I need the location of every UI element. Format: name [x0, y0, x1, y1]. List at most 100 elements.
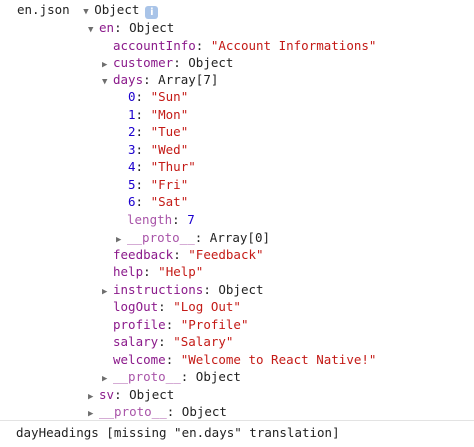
- tree-row-profile: profile: "Profile": [113, 316, 248, 333]
- array-length-row: length: 7: [127, 211, 195, 228]
- tree-row-salary: salary: "Salary": [113, 333, 233, 350]
- colon: :: [114, 387, 122, 402]
- array-index: 2: [128, 124, 136, 139]
- property-value: "Profile": [180, 317, 249, 332]
- property-key: en: [99, 20, 115, 35]
- array-value: "Mon": [150, 107, 189, 122]
- array-value: "Wed": [150, 142, 189, 157]
- tree-row-sv[interactable]: ▶ sv: Object: [88, 386, 174, 403]
- property-type: Array[7]: [158, 72, 219, 87]
- property-type: Object: [188, 55, 234, 70]
- property-type: Object: [129, 20, 175, 35]
- proto-key: __proto__: [113, 369, 181, 384]
- tree-row-days[interactable]: ▼ days: Array[7]: [102, 71, 218, 88]
- array-index: 3: [128, 142, 136, 157]
- property-key: instructions: [113, 282, 204, 297]
- property-type: Object: [218, 282, 264, 297]
- colon: :: [158, 299, 166, 314]
- array-item: 6: "Sat": [128, 193, 188, 210]
- colon: :: [135, 194, 144, 209]
- array-item: 1: "Mon": [128, 106, 188, 123]
- property-value: "Account Informations": [210, 38, 377, 53]
- colon: :: [194, 230, 203, 245]
- tree-row-root-proto[interactable]: ▶ __proto__: Object: [88, 403, 227, 420]
- array-value: "Thur": [150, 159, 196, 174]
- array-item: 4: "Thur": [128, 158, 196, 175]
- file-label: en.json: [17, 2, 70, 17]
- console-output: en.json ▼ Object i ▼ en: Object accountInfo…: [0, 0, 474, 447]
- tree-row-help: help: "Help": [113, 263, 203, 280]
- property-key: profile: [113, 317, 166, 332]
- colon: :: [195, 38, 204, 53]
- tree-row-accountInfo: accountInfo: "Account Informations": [113, 37, 376, 54]
- property-value: "Welcome to React Native!": [180, 352, 377, 367]
- array-index: 1: [128, 107, 136, 122]
- tree-row-en-proto[interactable]: ▶ __proto__: Object: [102, 368, 241, 385]
- property-value: "Salary": [173, 334, 234, 349]
- property-type: Object: [181, 404, 227, 419]
- tree-row-en[interactable]: ▼ en: Object: [88, 19, 174, 36]
- property-value: "Help": [158, 264, 204, 279]
- proto-key: __proto__: [99, 404, 167, 419]
- array-item: 5: "Fri": [128, 176, 188, 193]
- colon: :: [173, 55, 181, 70]
- property-key: sv: [99, 387, 115, 402]
- array-item: 0: "Sun": [128, 88, 188, 105]
- property-key: days: [113, 72, 144, 87]
- tree-row-instructions[interactable]: ▶ instructions: Object: [102, 281, 264, 298]
- property-key: logOut: [113, 299, 159, 314]
- property-key: feedback: [113, 247, 174, 262]
- colon: :: [203, 282, 211, 297]
- length-key: length: [127, 212, 173, 227]
- colon: :: [135, 177, 144, 192]
- colon: :: [143, 264, 151, 279]
- length-value: 7: [187, 212, 195, 227]
- colon: :: [114, 20, 122, 35]
- property-type: Array[0]: [209, 230, 271, 245]
- expand-triangle-icon[interactable]: ▼: [88, 22, 99, 39]
- array-value: "Sun": [150, 89, 189, 104]
- collapse-triangle-icon[interactable]: ▶: [102, 284, 113, 301]
- root-type: Object: [94, 2, 140, 17]
- colon: :: [172, 212, 180, 227]
- colon: :: [135, 142, 144, 157]
- tree-row-days-proto[interactable]: ▶ __proto__: Array[0]: [116, 229, 270, 246]
- log-divider: [0, 420, 474, 421]
- info-icon[interactable]: i: [145, 6, 159, 19]
- tree-row-feedback: feedback: "Feedback": [113, 246, 264, 263]
- property-key: accountInfo: [113, 38, 196, 53]
- warning-message: dayHeadings [missing "en.days" translati…: [16, 424, 340, 441]
- property-type: Object: [129, 387, 175, 402]
- array-index: 4: [128, 159, 136, 174]
- colon: :: [135, 89, 144, 104]
- colon: :: [135, 159, 144, 174]
- colon: :: [165, 352, 174, 367]
- array-item: 3: "Wed": [128, 141, 188, 158]
- array-item: 2: "Tue": [128, 123, 188, 140]
- array-value: "Tue": [150, 124, 189, 139]
- colon: :: [173, 247, 181, 262]
- colon: :: [143, 72, 151, 87]
- property-key: welcome: [113, 352, 166, 367]
- proto-key: __proto__: [127, 230, 195, 245]
- property-key: help: [113, 264, 144, 279]
- tree-row-logOut: logOut: "Log Out": [113, 298, 241, 315]
- tree-row-customer[interactable]: ▶ customer: Object: [102, 54, 233, 71]
- colon: :: [165, 317, 174, 332]
- warning-text: dayHeadings [missing "en.days" translati…: [16, 425, 340, 440]
- array-index: 0: [128, 89, 136, 104]
- tree-row-welcome: welcome: "Welcome to React Native!": [113, 351, 376, 368]
- array-index: 5: [128, 177, 136, 192]
- colon: :: [135, 124, 144, 139]
- property-key: customer: [113, 55, 174, 70]
- property-value: "Log Out": [173, 299, 241, 314]
- colon: :: [166, 404, 175, 419]
- expand-triangle-icon[interactable]: ▼: [102, 74, 113, 91]
- array-index: 6: [128, 194, 136, 209]
- colon: :: [158, 334, 166, 349]
- array-value: "Sat": [150, 194, 189, 209]
- root-object-row[interactable]: en.json ▼ Object i: [17, 1, 159, 19]
- colon: :: [135, 107, 144, 122]
- array-value: "Fri": [150, 177, 189, 192]
- colon: :: [180, 369, 189, 384]
